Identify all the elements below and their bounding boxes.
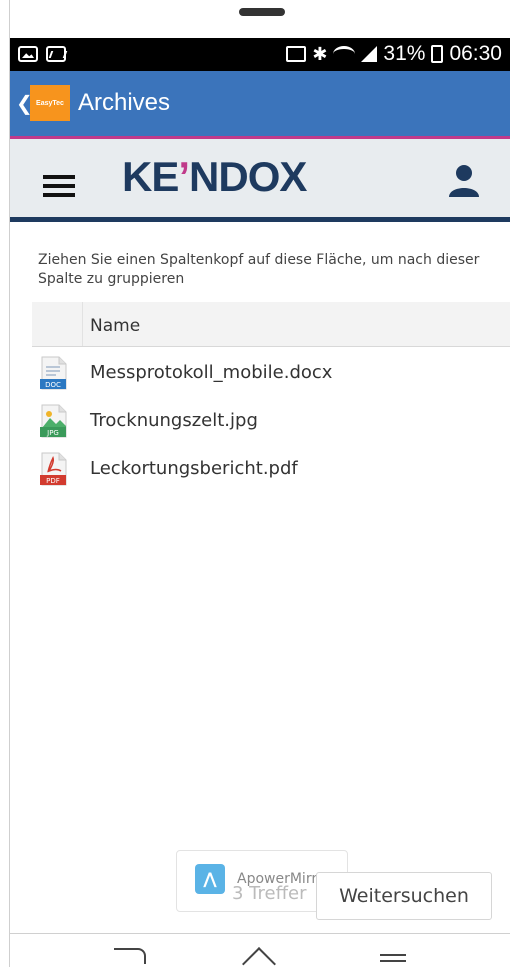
nav-recent-apps-icon[interactable] — [380, 954, 406, 956]
group-by-hint[interactable]: Ziehen Sie einen Spaltenkopf auf diese F… — [38, 251, 498, 289]
file-name[interactable]: Trocknungszelt.jpg — [90, 410, 258, 431]
bluetooth-icon: ✱ — [312, 43, 328, 64]
nav-home-icon[interactable] — [242, 947, 276, 967]
file-row[interactable]: PDF Leckortungsbericht.pdf — [32, 446, 510, 494]
battery-percent: 31% — [383, 42, 426, 65]
brand-logo: KE’NDOX — [122, 153, 307, 201]
apowermirror-logo-icon: ⋀ — [195, 864, 225, 894]
pdf-file-icon: PDF — [40, 452, 67, 486]
app-bar: ❮ EasyTec Archives — [10, 71, 510, 136]
search-more-button[interactable]: Weitersuchen — [316, 872, 492, 920]
file-name[interactable]: Leckortungsbericht.pdf — [90, 458, 298, 479]
header-bottom-border — [10, 217, 510, 222]
site-header: KE’NDOX — [10, 139, 510, 217]
status-bar: ✱ 31% 06:30 — [10, 38, 510, 71]
pdf-type-label: PDF — [46, 477, 60, 485]
cast-icon — [286, 46, 307, 62]
brand-apostrophe: ’ — [178, 153, 190, 200]
phone-screen: ✱ 31% 06:30 ❮ EasyTec Archives KE’NDOX Z… — [10, 0, 510, 967]
app-title: Archives — [78, 89, 171, 116]
menu-icon[interactable] — [43, 175, 75, 197]
signal-icon — [361, 46, 378, 62]
user-icon[interactable] — [446, 163, 482, 199]
status-left-icons — [18, 46, 66, 62]
grid-icon-column-header — [32, 302, 83, 346]
jpg-type-label: JPG — [46, 429, 59, 437]
file-name[interactable]: Messprotokoll_mobile.docx — [90, 362, 332, 383]
status-right: ✱ 31% 06:30 — [286, 42, 502, 66]
file-row[interactable]: JPG Trocknungszelt.jpg — [32, 398, 510, 446]
brand-text-2: NDOX — [189, 153, 307, 200]
grid-header: Name — [32, 302, 510, 347]
wifi-icon — [333, 46, 356, 62]
hit-count: 3 Treffer — [232, 883, 307, 904]
app-logo-text: EasyTec — [36, 99, 64, 107]
phone-notch — [239, 8, 285, 16]
battery-icon — [431, 45, 444, 63]
clock: 06:30 — [449, 42, 502, 65]
app-logo: EasyTec — [30, 85, 70, 121]
jpg-file-icon: JPG — [40, 404, 67, 438]
gallery-notification-icon — [18, 46, 38, 62]
android-nav-bar — [10, 933, 510, 967]
file-row[interactable]: DOC Messprotokoll_mobile.docx — [32, 350, 510, 398]
doc-file-icon: DOC — [40, 356, 67, 390]
doc-type-label: DOC — [45, 381, 61, 389]
brand-text-1: KE — [122, 153, 179, 200]
nav-back-icon[interactable] — [114, 948, 146, 964]
column-header-name[interactable]: Name — [90, 316, 140, 336]
activity-notification-icon — [46, 46, 66, 62]
